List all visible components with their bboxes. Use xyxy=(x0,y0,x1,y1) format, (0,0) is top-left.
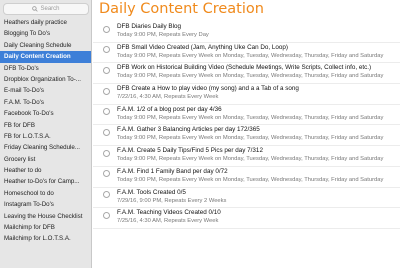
sidebar-item[interactable]: Facebook To-Do's xyxy=(0,108,91,119)
task-row[interactable]: F.A.M. Teaching Videos Created 0/10 7/25/… xyxy=(93,208,400,229)
task-checkbox[interactable] xyxy=(103,211,110,219)
sidebar-item-label: Blogging To Do's xyxy=(4,30,51,38)
task-list: DFB Diaries Daily Blog Today 9:00 PM, Rep… xyxy=(93,22,400,229)
sidebar-item-label: Daily Cleaning Schedule xyxy=(4,41,72,49)
sidebar-item[interactable]: Mailchimp for DFB xyxy=(0,222,91,233)
task-due-repeat: Today 9:00 PM, Repeats Every Week on Mon… xyxy=(117,156,384,163)
sidebar-item-label: Facebook To-Do's xyxy=(4,110,54,118)
sidebar-item-label: Heathers daily practice xyxy=(4,19,67,26)
task-title: F.A.M. Gather 3 Balancing Articles per d… xyxy=(117,126,260,134)
sidebar-item-label: Mailchimp for DFB xyxy=(4,224,55,232)
task-due-repeat: Today 9:00 PM, Repeats Every Week on Mon… xyxy=(117,52,384,59)
task-row[interactable]: F.A.M. Gather 3 Balancing Articles per d… xyxy=(93,125,400,147)
sidebar-item[interactable]: Heather to do xyxy=(0,165,91,176)
sidebar-item[interactable]: Friday Cleaning Schedule... xyxy=(0,142,91,153)
sidebar-item-label: Heather to-Do's for Camp... xyxy=(4,178,80,186)
sidebar-item-label: DFB To-Do's xyxy=(4,64,39,72)
sidebar-item[interactable]: DFB To-Do's xyxy=(0,63,91,74)
sidebar-item-label: Dropblox Organization To-... xyxy=(4,75,81,83)
task-checkbox[interactable] xyxy=(103,191,110,198)
task-row[interactable]: DFB Diaries Daily Blog Today 9:00 PM, Rep… xyxy=(93,22,400,43)
sidebar-item[interactable]: Grocery list xyxy=(0,154,91,165)
task-row[interactable]: F.A.M. Create 5 Daily Tips/Find 5 Pics p… xyxy=(93,146,400,167)
task-checkbox[interactable] xyxy=(103,46,110,54)
sidebar-item[interactable]: Mailchimp for L.O.T.S.A. xyxy=(0,233,91,244)
sidebar-item[interactable]: Leaving the House Checklist xyxy=(0,211,91,222)
sidebar-item-label: E-mail To-Do's xyxy=(4,87,44,95)
task-title: F.A.M. Tools Created 0/5 xyxy=(117,188,186,196)
task-due-repeat: 7/25/16, 4:30 AM, Repeats Every Week xyxy=(117,218,219,225)
task-due-repeat: Today 9:00 PM, Repeats Every Week on Mon… xyxy=(117,114,384,121)
task-due-repeat: Today 9:00 PM, Repeats Every Week on Mon… xyxy=(117,176,384,183)
task-title: DFB Work on Historical Building Video (S… xyxy=(117,64,372,72)
sidebar-item[interactable]: Blogging To Do's xyxy=(0,28,91,39)
task-title: F.A.M. Find 1 Family Band per day 0/72 xyxy=(117,167,228,175)
sidebar-item-label: Instagram To-Do's xyxy=(4,201,54,209)
task-checkbox[interactable] xyxy=(103,87,110,95)
sidebar-item-label: FB for DFB xyxy=(4,121,35,129)
sidebar-item[interactable]: FB for DFB xyxy=(0,120,91,131)
task-title: DFB Diaries Daily Blog xyxy=(117,23,182,30)
task-due-repeat: Today 9:00 PM, Repeats Every Day xyxy=(117,32,209,38)
task-row[interactable]: F.A.M. Tools Created 0/5 7/29/16, 9:00 PM… xyxy=(93,188,400,209)
task-title: F.A.M. Teaching Videos Created 0/10 xyxy=(117,209,221,217)
sidebar-item[interactable]: E-mail To-Do's xyxy=(0,85,91,96)
sidebar-item-label: Friday Cleaning Schedule... xyxy=(4,144,81,152)
task-row[interactable]: DFB Create a How to play video (my song)… xyxy=(93,84,400,105)
task-checkbox[interactable] xyxy=(103,66,110,74)
sidebar-item-label: Leaving the House Checklist xyxy=(4,212,83,220)
task-due-repeat: 7/22/16, 4:30 AM, Repeats Every Week xyxy=(117,94,219,101)
task-checkbox[interactable] xyxy=(103,128,110,136)
sidebar: Search Heathers daily practice Blogging T… xyxy=(0,0,92,268)
sidebar-item-label: Homeschool to do xyxy=(4,189,54,197)
sidebar-item[interactable]: Daily Content Creation xyxy=(0,51,91,63)
task-due-repeat: Today 9:00 PM, Repeats Every Week on Mon… xyxy=(117,135,384,142)
sidebar-item-label: Daily Content Creation xyxy=(4,53,71,61)
sidebar-item-label: FB for L.O.T.S.A. xyxy=(4,132,51,140)
task-row[interactable]: F.A.M. 1/2 of a blog post per day 4/36 To… xyxy=(93,105,400,126)
task-due-repeat: 7/29/16, 9:00 PM, Repeats Every 2 Weeks xyxy=(117,197,227,204)
task-title: F.A.M. 1/2 of a blog post per day 4/36 xyxy=(117,105,222,113)
search-placeholder: Search xyxy=(40,6,60,12)
sidebar-item[interactable]: F.A.M. To-Do's xyxy=(0,97,91,108)
sidebar-item-label: Grocery list xyxy=(4,155,36,163)
search-input[interactable]: Search xyxy=(3,3,89,15)
main-panel: Daily Content Creation DFB Diaries Daily… xyxy=(93,0,400,268)
sidebar-item[interactable]: Homeschool to do xyxy=(0,188,91,199)
sidebar-item[interactable]: Dropblox Organization To-... xyxy=(0,74,91,85)
sidebar-item-label: Heather to do xyxy=(4,167,42,175)
sidebar-item-label: Mailchimp for L.O.T.S.A. xyxy=(4,235,71,243)
task-title: DFB Small Video Created (Jam, Anything U… xyxy=(117,43,289,51)
task-title: F.A.M. Create 5 Daily Tips/Find 5 Pics p… xyxy=(117,147,263,155)
task-row[interactable]: DFB Small Video Created (Jam, Anything U… xyxy=(93,43,400,64)
task-checkbox[interactable] xyxy=(103,25,110,33)
task-title: DFB Create a How to play video (my song)… xyxy=(117,85,299,93)
sidebar-item-label: F.A.M. To-Do's xyxy=(4,98,44,106)
page-title: Daily Content Creation xyxy=(99,1,264,17)
task-checkbox[interactable] xyxy=(103,108,110,116)
sidebar-item[interactable]: Heather to-Do's for Camp... xyxy=(0,176,91,187)
task-due-repeat: Today 9:00 PM, Repeats Every Week on Mon… xyxy=(117,73,384,80)
search-icon xyxy=(32,6,39,12)
task-row[interactable]: DFB Work on Historical Building Video (S… xyxy=(93,63,400,85)
sidebar-item[interactable]: FB for L.O.T.S.A. xyxy=(0,131,91,142)
sidebar-item[interactable]: Instagram To-Do's xyxy=(0,199,91,210)
sidebar-list: Heathers daily practice Blogging To Do's D… xyxy=(0,17,91,245)
sidebar-item[interactable]: Heathers daily practice xyxy=(0,17,91,28)
task-row[interactable]: F.A.M. Find 1 Family Band per day 0/72 To… xyxy=(93,167,400,188)
sidebar-item[interactable]: Daily Cleaning Schedule xyxy=(0,40,91,51)
task-checkbox[interactable] xyxy=(103,170,110,178)
task-checkbox[interactable] xyxy=(103,149,110,157)
